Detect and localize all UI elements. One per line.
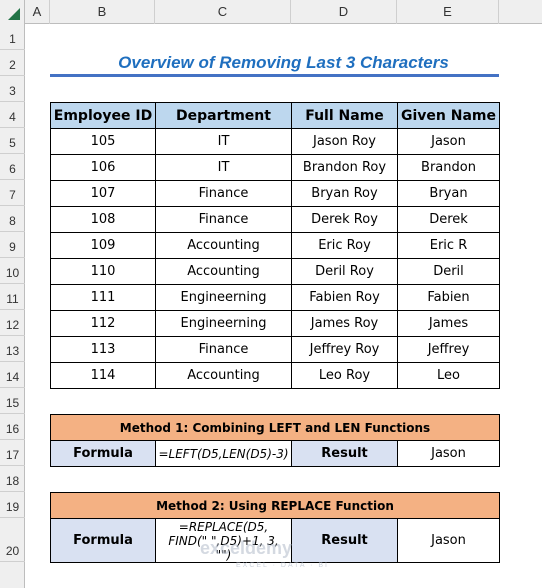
row-header-10[interactable]: 10: [0, 258, 25, 284]
given-name-cell[interactable]: James: [397, 310, 500, 337]
employee-id-cell[interactable]: 109: [50, 232, 156, 259]
header-department[interactable]: Department: [155, 102, 292, 129]
row-header-5[interactable]: 5: [0, 128, 25, 154]
employee-id-cell[interactable]: 114: [50, 362, 156, 389]
full-name-cell[interactable]: Leo Roy: [291, 362, 398, 389]
method-2-title[interactable]: Method 2: Using REPLACE Function: [50, 492, 500, 519]
table-row: 114 Accounting Leo Roy Leo: [50, 362, 500, 389]
employee-id-cell[interactable]: 112: [50, 310, 156, 337]
row-header-19[interactable]: 19: [0, 492, 25, 518]
given-name-cell[interactable]: Jason: [397, 128, 500, 155]
table-row: 111 Engineerning Fabien Roy Fabien: [50, 284, 500, 311]
department-cell[interactable]: Finance: [155, 336, 292, 363]
row-header-6[interactable]: 6: [0, 154, 25, 180]
employee-id-cell[interactable]: 105: [50, 128, 156, 155]
department-cell[interactable]: Accounting: [155, 362, 292, 389]
method-1-title[interactable]: Method 1: Combining LEFT and LEN Functio…: [50, 414, 500, 441]
method-1-result[interactable]: Jason: [397, 440, 500, 467]
given-name-cell[interactable]: Bryan: [397, 180, 500, 207]
employee-id-cell[interactable]: 107: [50, 180, 156, 207]
department-cell[interactable]: IT: [155, 154, 292, 181]
given-name-cell[interactable]: Jeffrey: [397, 336, 500, 363]
row-header-14[interactable]: 14: [0, 362, 25, 388]
full-name-cell[interactable]: Deril Roy: [291, 258, 398, 285]
employee-id-cell[interactable]: 108: [50, 206, 156, 233]
table-row: 106 IT Brandon Roy Brandon: [50, 154, 500, 181]
department-cell[interactable]: Finance: [155, 180, 292, 207]
department-cell[interactable]: Accounting: [155, 258, 292, 285]
table-row: 113 Finance Jeffrey Roy Jeffrey: [50, 336, 500, 363]
page-title: Overview of Removing Last 3 Characters: [118, 53, 449, 72]
full-name-cell[interactable]: Bryan Roy: [291, 180, 398, 207]
employee-table: Employee ID Department Full Name Given N…: [50, 102, 500, 389]
full-name-cell[interactable]: James Roy: [291, 310, 398, 337]
select-all-button[interactable]: [0, 0, 25, 24]
table-header-row: Employee ID Department Full Name Given N…: [50, 102, 500, 129]
table-row: 112 Engineerning James Roy James: [50, 310, 500, 337]
department-cell[interactable]: Engineerning: [155, 284, 292, 311]
method-1-formula[interactable]: =LEFT(D5,LEN(D5)-3): [155, 440, 292, 467]
row-header-15[interactable]: 15: [0, 388, 25, 414]
given-name-cell[interactable]: Deril: [397, 258, 500, 285]
given-name-cell[interactable]: Brandon: [397, 154, 500, 181]
method-1-formula-label[interactable]: Formula: [50, 440, 156, 467]
full-name-cell[interactable]: Brandon Roy: [291, 154, 398, 181]
row-header-13[interactable]: 13: [0, 336, 25, 362]
method-2-result-label[interactable]: Result: [291, 518, 398, 563]
full-name-cell[interactable]: Fabien Roy: [291, 284, 398, 311]
department-cell[interactable]: IT: [155, 128, 292, 155]
method-2-result[interactable]: Jason: [397, 518, 500, 563]
department-cell[interactable]: Accounting: [155, 232, 292, 259]
employee-id-cell[interactable]: 111: [50, 284, 156, 311]
table-row: 109 Accounting Eric Roy Eric R: [50, 232, 500, 259]
employee-id-cell[interactable]: 110: [50, 258, 156, 285]
row-header-20[interactable]: 20: [0, 518, 25, 562]
given-name-cell[interactable]: Leo: [397, 362, 500, 389]
row-header-12[interactable]: 12: [0, 310, 25, 336]
watermark-tagline: EXCEL · DATA · BI: [236, 562, 329, 569]
employee-id-cell[interactable]: 113: [50, 336, 156, 363]
row-header-4[interactable]: 4: [0, 102, 25, 128]
watermark-logo: exceldemy: [200, 538, 293, 558]
full-name-cell[interactable]: Jason Roy: [291, 128, 398, 155]
header-given-name[interactable]: Given Name: [397, 102, 500, 129]
column-header-c[interactable]: C: [155, 0, 291, 24]
table-row: 108 Finance Derek Roy Derek: [50, 206, 500, 233]
column-header-b[interactable]: B: [50, 0, 155, 24]
row-header-17[interactable]: 17: [0, 440, 25, 466]
row-header-7[interactable]: 7: [0, 180, 25, 206]
row-header-3[interactable]: 3: [0, 76, 25, 102]
department-cell[interactable]: Engineerning: [155, 310, 292, 337]
table-row: 107 Finance Bryan Roy Bryan: [50, 180, 500, 207]
row-header-2[interactable]: 2: [0, 50, 25, 76]
method-1-table: Method 1: Combining LEFT and LEN Functio…: [50, 414, 500, 467]
row-header-11[interactable]: 11: [0, 284, 25, 310]
full-name-cell[interactable]: Jeffrey Roy: [291, 336, 398, 363]
given-name-cell[interactable]: Eric R: [397, 232, 500, 259]
header-full-name[interactable]: Full Name: [291, 102, 398, 129]
column-header-e[interactable]: E: [397, 0, 499, 24]
row-header-9[interactable]: 9: [0, 232, 25, 258]
employee-id-cell[interactable]: 106: [50, 154, 156, 181]
row-header-8[interactable]: 8: [0, 206, 25, 232]
table-row: 110 Accounting Deril Roy Deril: [50, 258, 500, 285]
method-1-result-label[interactable]: Result: [291, 440, 398, 467]
table-row: 105 IT Jason Roy Jason: [50, 128, 500, 155]
select-all-triangle-icon: [8, 8, 20, 20]
department-cell[interactable]: Finance: [155, 206, 292, 233]
title-underline: [50, 74, 499, 77]
given-name-cell[interactable]: Fabien: [397, 284, 500, 311]
row-header-18[interactable]: 18: [0, 466, 25, 492]
given-name-cell[interactable]: Derek: [397, 206, 500, 233]
full-name-cell[interactable]: Derek Roy: [291, 206, 398, 233]
full-name-cell[interactable]: Eric Roy: [291, 232, 398, 259]
method-2-formula-label[interactable]: Formula: [50, 518, 156, 563]
column-header-d[interactable]: D: [291, 0, 397, 24]
column-header-a[interactable]: A: [25, 0, 50, 24]
header-employee-id[interactable]: Employee ID: [50, 102, 156, 129]
row-header-16[interactable]: 16: [0, 414, 25, 440]
row-header-1[interactable]: 1: [0, 24, 25, 50]
